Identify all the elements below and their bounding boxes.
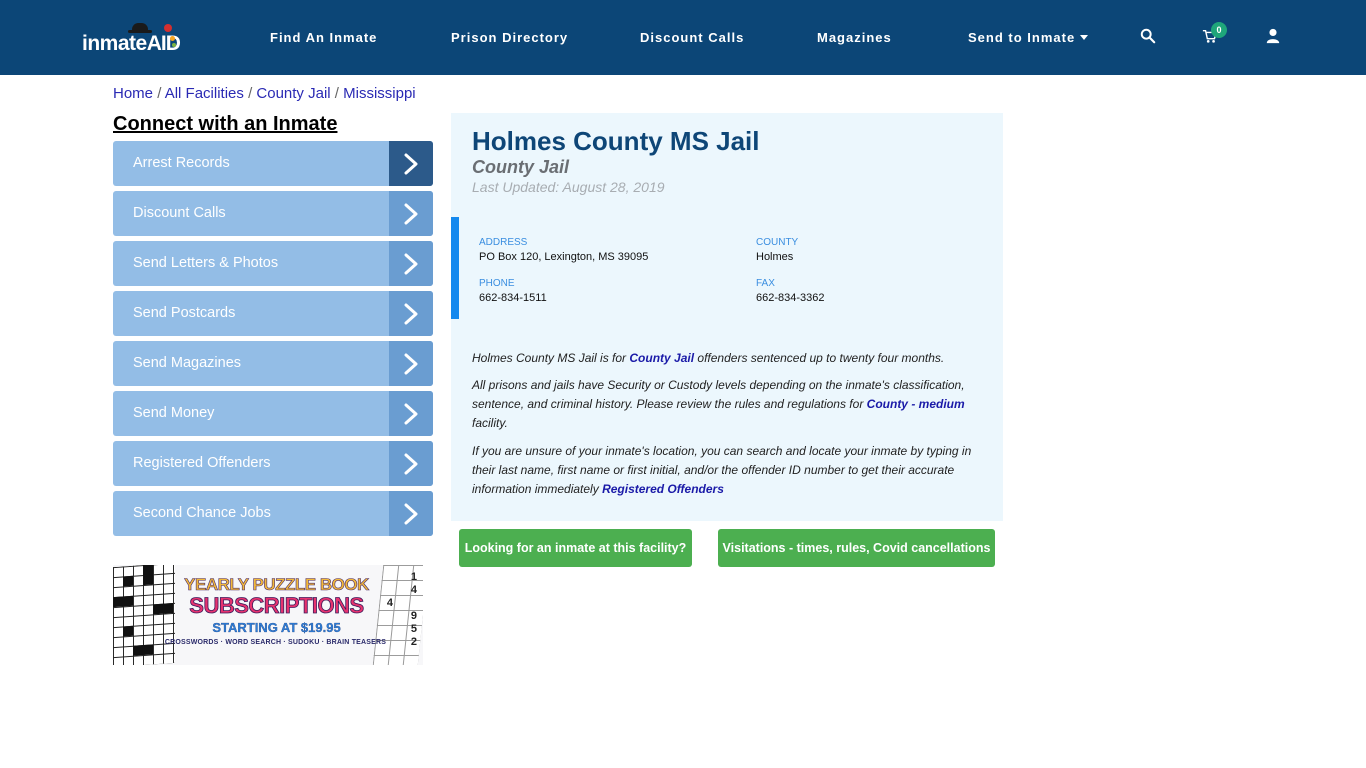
sidebar-item-label: Send Postcards — [133, 305, 236, 321]
chevron-right-icon — [389, 441, 433, 486]
sidebar-item-label: Arrest Records — [133, 155, 230, 171]
description-paragraph-3: If you are unsure of your inmate's locat… — [472, 444, 972, 496]
nav-discount-calls[interactable]: Discount Calls — [640, 30, 744, 45]
fax-value: 662-834-3362 — [756, 292, 825, 304]
sidebar-menu: Arrest Records Discount Calls Send Lette… — [113, 141, 433, 541]
chevron-right-icon — [389, 241, 433, 286]
ad-subheadline: SUBSCRIPTIONS — [189, 593, 365, 619]
logo-decoration-icon — [170, 36, 175, 41]
sidebar-item-second-chance-jobs[interactable]: Second Chance Jobs — [113, 491, 433, 536]
sidebar-item-label: Send Letters & Photos — [133, 255, 279, 271]
sidebar-item-send-magazines[interactable]: Send Magazines — [113, 341, 433, 386]
county-label: COUNTY — [756, 237, 799, 248]
sudoku-digits: 1 4 4 9 5 2 — [386, 571, 417, 648]
breadcrumb-separator: / — [334, 85, 339, 102]
address-label: ADDRESS — [479, 237, 528, 248]
logo-apple-icon — [164, 24, 172, 32]
breadcrumb-all-facilities[interactable]: All Facilities — [165, 85, 244, 102]
description-paragraph-1: Holmes County MS Jail is for County Jail… — [472, 351, 945, 365]
puzzle-book-ad-banner[interactable]: 1 4 4 9 5 2 YEARLY PUZZLE BOOK SUBSCRIPT… — [113, 565, 423, 665]
caret-down-icon — [1080, 35, 1089, 40]
address-value: PO Box 120, Lexington, MS 39095 — [479, 251, 649, 263]
breadcrumb-separator: / — [157, 85, 162, 102]
sidebar-item-label: Send Money — [133, 405, 215, 421]
ad-headline: YEARLY PUZZLE BOOK — [184, 575, 370, 595]
sidebar-item-discount-calls[interactable]: Discount Calls — [113, 191, 433, 236]
search-icon[interactable] — [1140, 28, 1158, 46]
nav-send-to-inmate-label: Send to Inmate — [968, 30, 1076, 45]
nav-magazines[interactable]: Magazines — [817, 30, 892, 45]
nav-send-to-inmate[interactable]: Send to Inmate — [968, 30, 1089, 45]
info-accent-bar — [451, 217, 459, 319]
chevron-right-icon — [389, 291, 433, 336]
facility-type: County Jail — [472, 157, 570, 177]
facility-info-card: Holmes County MS Jail County Jail Last U… — [451, 113, 1003, 521]
chevron-right-icon — [389, 391, 433, 436]
registered-offenders-link[interactable]: Registered Offenders — [602, 482, 724, 496]
phone-label: PHONE — [479, 278, 515, 289]
county-jail-link[interactable]: County Jail — [629, 351, 694, 365]
ad-tagline: CROSSWORDS · WORD SEARCH · SUDOKU · BRAI… — [164, 639, 387, 646]
county-medium-link[interactable]: County - medium — [867, 397, 965, 411]
breadcrumb-home[interactable]: Home — [113, 85, 153, 102]
cart-count-badge: 0 — [1211, 22, 1227, 38]
chevron-right-icon — [389, 141, 433, 186]
breadcrumb-county-jail[interactable]: County Jail — [256, 85, 330, 102]
sidebar-item-registered-offenders[interactable]: Registered Offenders — [113, 441, 433, 486]
sidebar-item-label: Send Magazines — [133, 355, 242, 371]
fax-label: FAX — [756, 278, 775, 289]
visitations-button[interactable]: Visitations - times, rules, Covid cancel… — [718, 529, 995, 567]
chevron-right-icon — [389, 191, 433, 236]
sidebar-item-label: Second Chance Jobs — [133, 505, 271, 521]
last-updated: Last Updated: August 28, 2019 — [472, 179, 665, 195]
user-icon[interactable] — [1265, 28, 1283, 46]
nav-prison-directory[interactable]: Prison Directory — [451, 30, 568, 45]
sidebar-item-arrest-records[interactable]: Arrest Records — [113, 141, 433, 186]
crossword-grid-graphic — [113, 565, 175, 665]
county-value: Holmes — [756, 251, 794, 263]
top-navigation-bar: inmate AID Find An Inmate Prison Directo… — [0, 0, 1366, 75]
sidebar-item-send-postcards[interactable]: Send Postcards — [113, 291, 433, 336]
breadcrumb-mississippi[interactable]: Mississippi — [343, 85, 416, 102]
phone-value: 662-834-1511 — [479, 292, 547, 304]
facility-name: Holmes County MS Jail — [472, 126, 760, 156]
breadcrumb: Home / All Facilities / County Jail / Mi… — [113, 85, 416, 102]
nav-find-an-inmate[interactable]: Find An Inmate — [270, 30, 377, 45]
breadcrumb-separator: / — [248, 85, 253, 102]
sidebar-title: Connect with an Inmate — [113, 113, 338, 135]
chevron-right-icon — [389, 341, 433, 386]
sidebar-item-send-letters-photos[interactable]: Send Letters & Photos — [113, 241, 433, 286]
logo-text: inmate — [82, 32, 147, 55]
sidebar-item-label: Registered Offenders — [133, 455, 271, 471]
logo-hat-brim-icon — [128, 30, 152, 33]
ad-price: STARTING AT $19.95 — [212, 620, 341, 635]
description-paragraph-2: All prisons and jails have Security or C… — [472, 378, 965, 430]
logo-decoration-icon — [172, 43, 176, 47]
sidebar-item-send-money[interactable]: Send Money — [113, 391, 433, 436]
find-inmate-at-facility-button[interactable]: Looking for an inmate at this facility? — [459, 529, 692, 567]
sidebar-item-label: Discount Calls — [133, 205, 226, 221]
chevron-right-icon — [389, 491, 433, 536]
